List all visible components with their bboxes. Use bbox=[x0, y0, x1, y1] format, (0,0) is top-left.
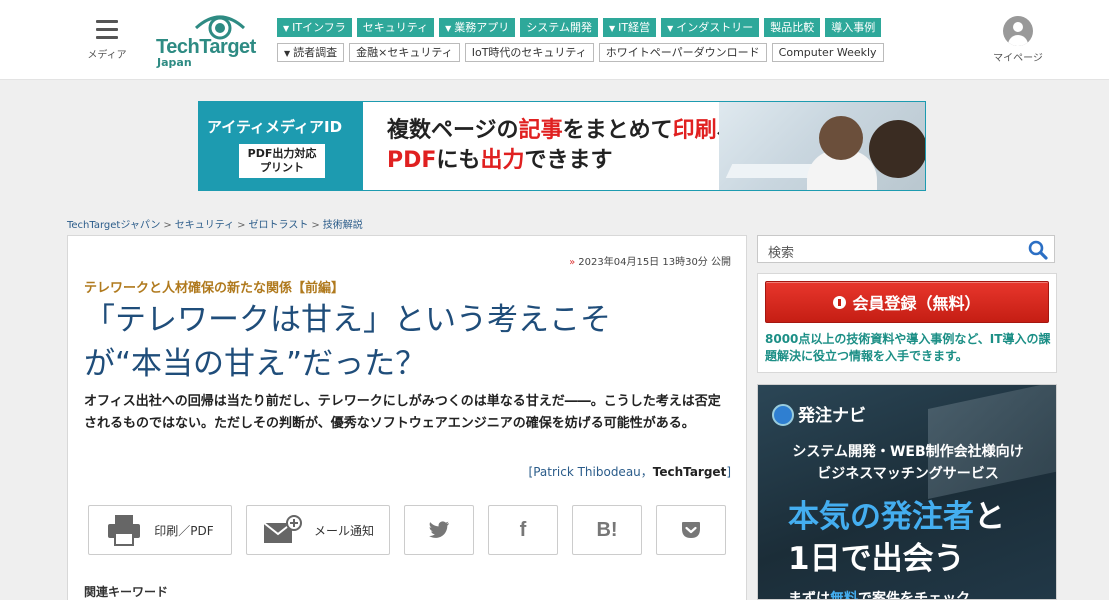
nav-item-system-dev[interactable]: システム開発 bbox=[520, 18, 598, 37]
chevron-right-icon: » bbox=[569, 257, 576, 268]
avatar-icon bbox=[1003, 16, 1033, 46]
mail-notify-label: メール通知 bbox=[313, 523, 374, 538]
register-icon bbox=[833, 295, 847, 309]
nav-item-case-studies[interactable]: 導入事例 bbox=[825, 18, 882, 37]
print-pdf-label: 印刷／PDF bbox=[154, 523, 214, 538]
banner-brand-panel: アイティメディアID PDF出力対応 プリント bbox=[199, 102, 363, 190]
member-register-box: 会員登録（無料） 8000点以上の技術資料や導入事例など、IT導入の課題解決に役… bbox=[757, 273, 1057, 373]
search-placeholder: 検索 bbox=[768, 246, 795, 261]
ad-headline-2: 1日で出会う bbox=[788, 541, 965, 577]
twitter-icon bbox=[429, 521, 449, 538]
breadcrumb-item-home[interactable]: TechTargetジャパン bbox=[67, 220, 160, 231]
title-line-2: が“本当の甘え”だった？ bbox=[84, 346, 427, 382]
media-menu-label: メディア bbox=[87, 50, 127, 61]
print-pdf-button[interactable]: 印刷／PDF bbox=[88, 505, 232, 555]
breadcrumb: TechTargetジャパン > セキュリティ > ゼロトラスト > 技術解説 bbox=[67, 220, 363, 231]
mypage-label: マイページ bbox=[993, 53, 1043, 64]
globe-icon bbox=[772, 404, 794, 426]
mail-plus-icon bbox=[263, 515, 302, 543]
register-label: 会員登録（無料） bbox=[852, 294, 981, 313]
nav-item-computer-weekly[interactable]: Computer Weekly bbox=[771, 43, 884, 62]
article-panel: » 2023年04月15日 13時30分 公開 テレワークと人材確保の新たな関係【… bbox=[67, 235, 747, 600]
banner-feature-line2: プリント bbox=[260, 161, 304, 174]
author-link[interactable]: Patrick Thibodeau bbox=[533, 465, 641, 479]
ad-line-2: ビジネスマッチングサービス bbox=[817, 466, 999, 482]
page-title: 「テレワークは甘え」という考えこそ が“本当の甘え”だった？ bbox=[84, 298, 684, 386]
search-input[interactable]: 検索 bbox=[757, 235, 1055, 263]
facebook-share-button[interactable]: f bbox=[488, 505, 558, 555]
dropdown-icon: ▼ bbox=[284, 49, 291, 58]
nav-row-primary: ▼ ITインフラ セキュリティ ▼ 業務アプリ システム開発 ▼ IT経営 ▼ インダス… bbox=[277, 18, 882, 37]
nav-item-industry[interactable]: ▼ インダストリー bbox=[661, 18, 760, 37]
nav-item-it-management[interactable]: ▼ IT経営 bbox=[602, 18, 657, 37]
byline: [Patrick Thibodeau，TechTarget] bbox=[528, 465, 731, 479]
ad-cta: まずは無料で案件をチェック bbox=[788, 591, 970, 600]
facebook-icon: f bbox=[519, 518, 527, 541]
banner-feature-line1: PDF出力対応 bbox=[247, 147, 317, 160]
nav-item-it-infra[interactable]: ▼ ITインフラ bbox=[277, 18, 352, 37]
site-header: メディア TechTarget Japan ▼ ITインフラ セキュリティ ▼ 業務… bbox=[0, 0, 1109, 80]
nav-item-finance-security[interactable]: 金融×セキュリティ bbox=[349, 43, 460, 62]
pocket-icon bbox=[682, 522, 700, 538]
search-icon[interactable] bbox=[1028, 240, 1048, 260]
hamburger-icon bbox=[96, 20, 118, 40]
twitter-share-button[interactable] bbox=[404, 505, 474, 555]
ad-headline-1: 本気の発注者と bbox=[788, 499, 1005, 535]
nav-item-business-apps[interactable]: ▼ 業務アプリ bbox=[439, 18, 516, 37]
media-menu-button[interactable]: メディア bbox=[84, 20, 130, 61]
breadcrumb-item-tech-explainer[interactable]: 技術解説 bbox=[323, 220, 363, 231]
nav-row-secondary: ▼ 読者調査 金融×セキュリティ IoT時代のセキュリティ ホワイトペーパーダウン… bbox=[277, 43, 884, 62]
printer-icon bbox=[108, 515, 141, 546]
register-button[interactable]: 会員登録（無料） bbox=[765, 281, 1049, 323]
ad-line-1: システム開発・WEB制作会社様向け bbox=[792, 444, 1024, 460]
mypage-button[interactable]: マイページ bbox=[990, 16, 1046, 64]
breadcrumb-item-zero-trust[interactable]: ゼロトラスト bbox=[249, 220, 309, 231]
register-description[interactable]: 8000点以上の技術資料や導入事例など、IT導入の課題解決に役立つ情報を入手でき… bbox=[765, 331, 1053, 365]
pdf-print-banner[interactable]: アイティメディアID PDF出力対応 プリント 複数ページの記事をまとめて印刷、… bbox=[198, 101, 926, 191]
dropdown-icon: ▼ bbox=[667, 24, 674, 33]
ad-brand: 発注ナビ bbox=[772, 401, 866, 426]
dropdown-icon: ▼ bbox=[283, 24, 290, 33]
nav-item-security[interactable]: セキュリティ bbox=[356, 18, 435, 37]
dropdown-icon: ▼ bbox=[608, 24, 616, 33]
banner-feature-box: PDF出力対応 プリント bbox=[239, 144, 325, 178]
nav-item-whitepaper[interactable]: ホワイトペーパーダウンロード bbox=[598, 43, 767, 62]
hatena-bookmark-button[interactable]: B! bbox=[572, 505, 642, 555]
article-lead: オフィス出社への回帰は当たり前だし、テレワークにしがみつくのは単なる甘えだ――。… bbox=[84, 394, 721, 431]
mail-notify-button[interactable]: メール通知 bbox=[246, 505, 390, 555]
logo-subtext: Japan bbox=[157, 56, 192, 69]
hacchu-navi-ad[interactable]: 発注ナビ システム開発・WEB制作会社様向け ビジネスマッチングサービス 本気の… bbox=[757, 384, 1057, 600]
banner-copy: 複数ページの記事をまとめて印刷、 PDFにも出力できます bbox=[387, 118, 739, 173]
publish-date: » 2023年04月15日 13時30分 公開 bbox=[569, 257, 731, 268]
breadcrumb-item-security[interactable]: セキュリティ bbox=[175, 220, 234, 231]
article-series: テレワークと人材確保の新たな関係【前編】 bbox=[84, 281, 345, 296]
pocket-button[interactable] bbox=[656, 505, 726, 555]
techtarget-logo[interactable]: TechTarget Japan bbox=[156, 12, 256, 69]
dropdown-icon: ▼ bbox=[445, 24, 452, 33]
banner-brand: アイティメディアID bbox=[207, 118, 343, 136]
related-keywords-heading: 関連キーワード bbox=[84, 585, 169, 599]
hatena-bookmark-icon: B! bbox=[596, 518, 618, 541]
nav-item-reader-survey[interactable]: ▼ 読者調査 bbox=[277, 43, 345, 62]
nav-item-product-compare[interactable]: 製品比較 bbox=[764, 18, 821, 37]
title-line-1: 「テレワークは甘え」という考えこそ bbox=[84, 302, 611, 338]
share-toolbar: 印刷／PDF メール通知 f B! bbox=[88, 505, 726, 555]
publisher: TechTarget bbox=[652, 465, 727, 479]
banner-photo bbox=[719, 102, 925, 190]
nav-item-iot-security[interactable]: IoT時代のセキュリティ bbox=[464, 43, 594, 62]
